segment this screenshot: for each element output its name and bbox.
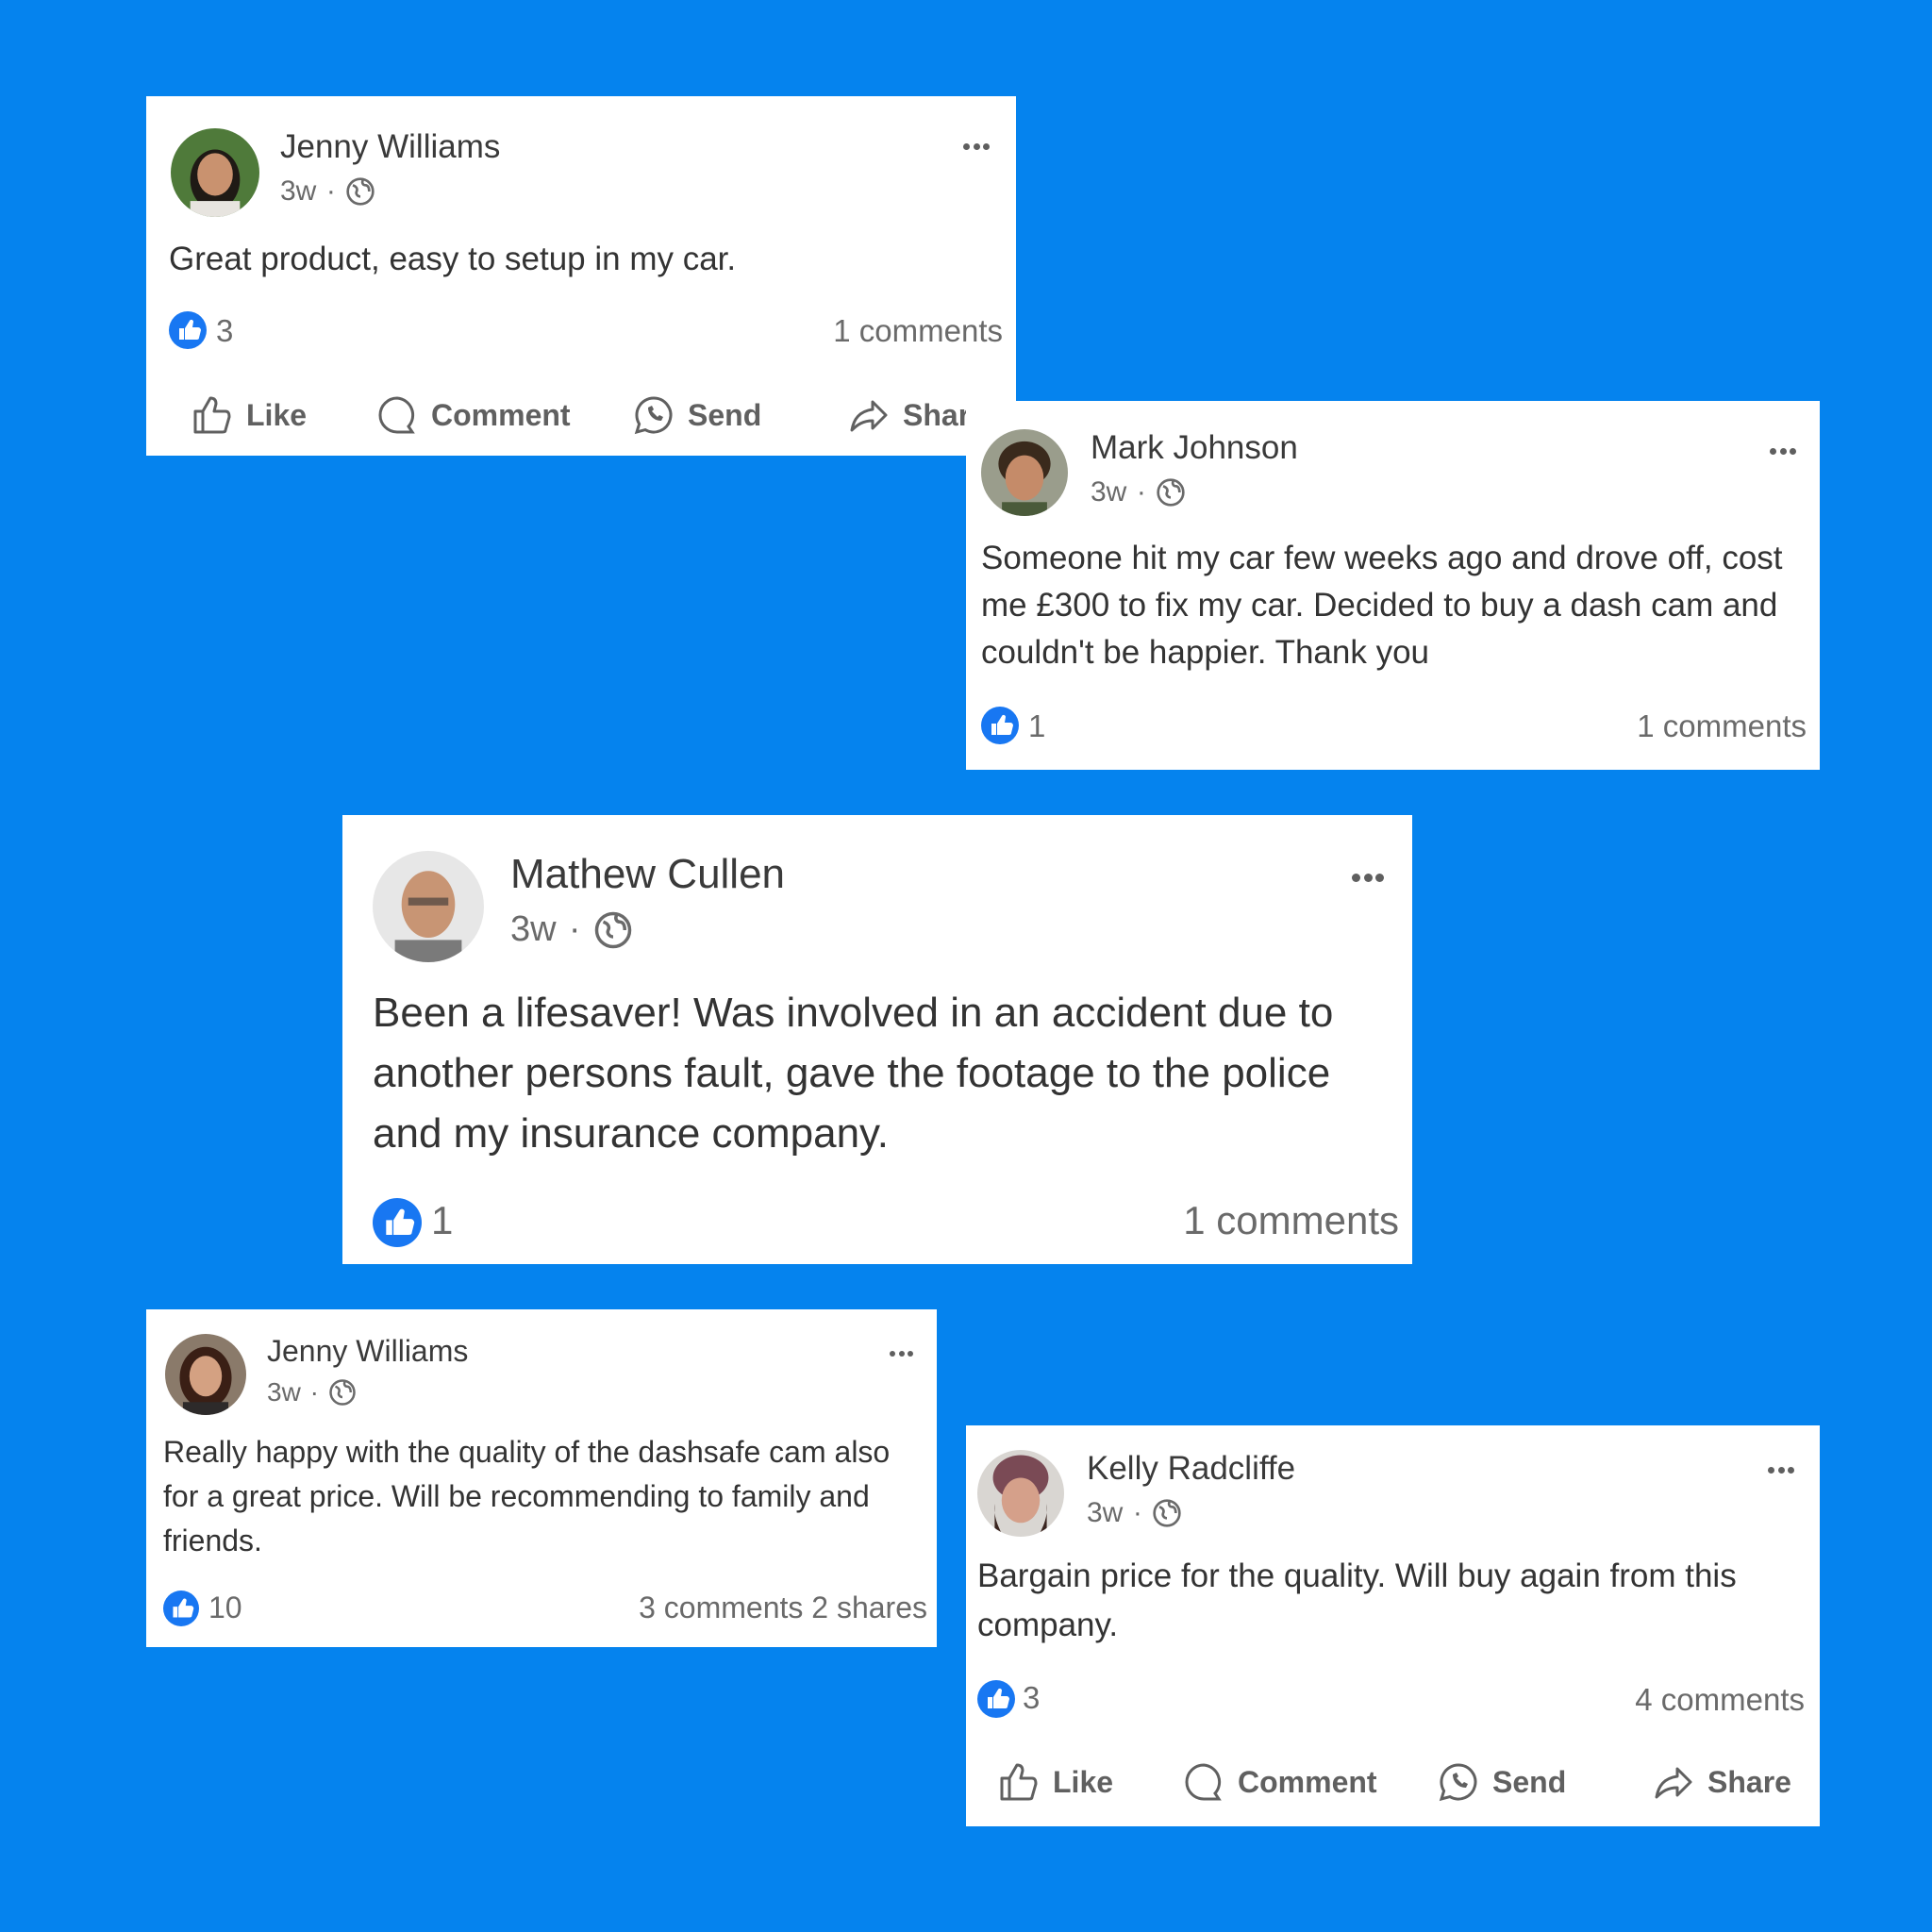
like-label: Like bbox=[1053, 1764, 1114, 1799]
share-icon bbox=[850, 400, 888, 432]
author-name[interactable]: Kelly Radcliffe bbox=[1087, 1450, 1295, 1488]
comment-label: Comment bbox=[1238, 1764, 1377, 1799]
avatar[interactable] bbox=[373, 851, 484, 962]
share-icon bbox=[1655, 1767, 1692, 1799]
post-text: Someone hit my car few weeks ago and dro… bbox=[981, 540, 1783, 671]
like-reaction-icon[interactable] bbox=[981, 707, 1019, 744]
share-button[interactable]: Share bbox=[1651, 1759, 1791, 1805]
meta-separator: · bbox=[309, 1377, 319, 1407]
post-text: Bargain price for the quality. Will buy … bbox=[977, 1557, 1737, 1643]
post-meta: 3w · bbox=[280, 175, 375, 208]
comment-count[interactable]: 4 comments bbox=[1635, 1682, 1805, 1718]
send-button[interactable]: Send bbox=[1436, 1759, 1566, 1805]
avatar[interactable] bbox=[981, 429, 1068, 516]
like-count[interactable]: 3 bbox=[216, 313, 233, 349]
more-options-icon[interactable] bbox=[963, 143, 991, 150]
whatsapp-icon bbox=[634, 396, 673, 435]
avatar[interactable] bbox=[977, 1450, 1064, 1537]
share-label: Share bbox=[1707, 1764, 1791, 1799]
comment-icon bbox=[378, 396, 415, 434]
like-button[interactable]: Like bbox=[190, 392, 307, 438]
post-meta: 3w · bbox=[267, 1377, 357, 1407]
comment-label: Comment bbox=[431, 397, 571, 432]
like-button[interactable]: Like bbox=[996, 1759, 1113, 1805]
like-reaction-icon[interactable] bbox=[373, 1198, 422, 1247]
globe-icon bbox=[1157, 478, 1186, 507]
like-reaction-icon[interactable] bbox=[977, 1680, 1015, 1718]
thumbs-up-icon bbox=[193, 396, 231, 434]
globe-icon bbox=[346, 177, 375, 206]
like-label: Like bbox=[246, 397, 308, 432]
author-name[interactable]: Mathew Cullen bbox=[510, 851, 785, 898]
more-options-icon[interactable] bbox=[1768, 1467, 1795, 1474]
post-card-mark-johnson: Mark Johnson 3w · Someone hit my car few… bbox=[966, 401, 1820, 770]
like-count[interactable]: 1 bbox=[431, 1198, 453, 1243]
author-name[interactable]: Mark Johnson bbox=[1091, 429, 1298, 467]
post-time[interactable]: 3w bbox=[280, 175, 316, 208]
meta-separator: · bbox=[1132, 1497, 1142, 1528]
post-meta: 3w · bbox=[1087, 1497, 1182, 1529]
post-meta: 3w · bbox=[1091, 476, 1186, 508]
like-reaction-icon[interactable] bbox=[169, 311, 207, 349]
post-time[interactable]: 3w bbox=[1087, 1497, 1123, 1529]
like-count[interactable]: 10 bbox=[208, 1591, 242, 1625]
comment-icon bbox=[1185, 1763, 1222, 1801]
post-time[interactable]: 3w bbox=[267, 1377, 301, 1407]
comment-count[interactable]: 1 comments bbox=[1637, 708, 1807, 744]
more-options-icon[interactable] bbox=[1770, 448, 1797, 455]
post-time[interactable]: 3w bbox=[510, 909, 557, 950]
more-options-icon[interactable] bbox=[890, 1351, 914, 1357]
avatar[interactable] bbox=[171, 128, 259, 217]
author-name[interactable]: Jenny Williams bbox=[280, 128, 500, 166]
globe-icon bbox=[594, 911, 632, 948]
comment-button[interactable]: Comment bbox=[1181, 1759, 1377, 1805]
post-card-mathew-cullen: Mathew Cullen 3w · Been a lifesaver! Was… bbox=[342, 815, 1412, 1264]
post-card-jenny-williams-2: Jenny Williams 3w · Really happy with th… bbox=[146, 1309, 937, 1647]
meta-separator: · bbox=[1136, 476, 1146, 508]
author-name[interactable]: Jenny Williams bbox=[267, 1334, 468, 1369]
send-button[interactable]: Send bbox=[631, 392, 761, 438]
post-text: Been a lifesaver! Was involved in an acc… bbox=[373, 990, 1334, 1157]
comment-button[interactable]: Comment bbox=[375, 392, 571, 438]
comment-count[interactable]: 1 comments bbox=[833, 313, 1003, 349]
send-label: Send bbox=[688, 397, 762, 432]
like-reaction-icon[interactable] bbox=[163, 1591, 199, 1626]
comment-count[interactable]: 1 comments bbox=[1183, 1198, 1399, 1243]
whatsapp-icon bbox=[1439, 1763, 1477, 1802]
more-options-icon[interactable] bbox=[1352, 874, 1385, 882]
post-meta: 3w · bbox=[510, 909, 633, 950]
meta-separator: · bbox=[568, 909, 581, 949]
avatar[interactable] bbox=[165, 1334, 246, 1415]
like-count[interactable]: 3 bbox=[1023, 1680, 1040, 1716]
globe-icon bbox=[1153, 1499, 1182, 1527]
post-card-jenny-williams-1: Jenny Williams 3w · Great product, easy … bbox=[146, 96, 1016, 456]
send-label: Send bbox=[1492, 1764, 1567, 1799]
post-text: Really happy with the quality of the das… bbox=[163, 1435, 891, 1557]
post-time[interactable]: 3w bbox=[1091, 476, 1126, 508]
thumbs-up-icon bbox=[1000, 1763, 1038, 1801]
like-count[interactable]: 1 bbox=[1028, 708, 1045, 744]
globe-icon bbox=[328, 1379, 356, 1406]
post-text: Great product, easy to setup in my car. bbox=[169, 241, 737, 277]
meta-separator: · bbox=[325, 175, 336, 207]
comment-share-count[interactable]: 3 comments 2 shares bbox=[639, 1591, 927, 1625]
post-card-kelly-radcliffe: Kelly Radcliffe 3w · Bargain price for t… bbox=[966, 1425, 1820, 1826]
